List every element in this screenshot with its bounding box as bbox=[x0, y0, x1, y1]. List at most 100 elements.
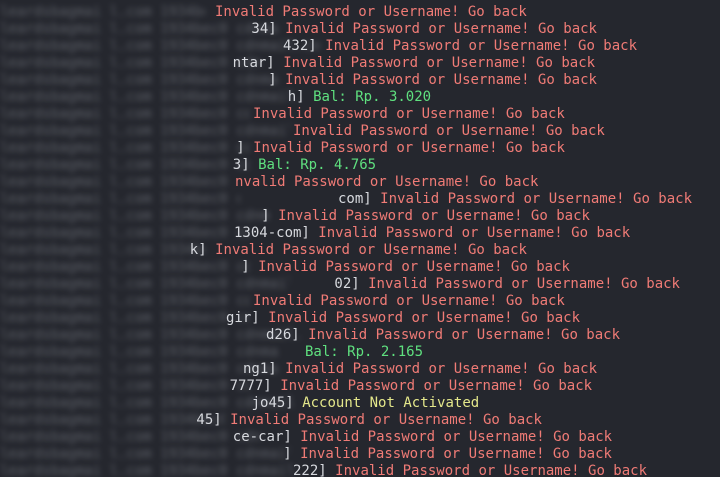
log-line: leardsbagmai l.com 1934bec0 cdnmail.com … bbox=[0, 89, 720, 106]
redacted-credentials: leardsbagmai l.com 1934bec0 cdnmail.com … bbox=[0, 55, 260, 71]
log-line: leardsbagmai l.com 1934bec0 cdnmail.com … bbox=[0, 174, 720, 191]
log-line: leardsbagmai l.com 1934bec0 cdnmail.com … bbox=[0, 463, 720, 477]
status-message: Invalid Password or Username! Go back bbox=[215, 242, 527, 258]
log-line: leardsbagmai l.com 1934bec0 cdnmail.com … bbox=[0, 157, 720, 174]
redacted-credentials: leardsbagmai l.com 1934bec0 cdnmail.com … bbox=[0, 89, 300, 105]
log-line: leardsbagmai l.com 1934bec0 cdnmail.com … bbox=[0, 208, 720, 225]
log-line: leardsbagmai l.com 1934bec0 cdnmail.com … bbox=[0, 140, 720, 157]
redacted-credentials: leardsbagmai l.com 1934bec0 cdnmail.com … bbox=[0, 361, 280, 377]
log-line: leardsbagmai l.com 1934bec0 cdnmail.com … bbox=[0, 259, 720, 276]
log-line: leardsbagmai l.com 1934bec0 cdnmail.com … bbox=[0, 276, 720, 293]
redacted-credentials: leardsbagmai l.com 1934bec0 cdnmail.com … bbox=[0, 378, 250, 394]
status-message: Invalid Password or Username! Go back bbox=[253, 293, 565, 309]
redacted-credentials: leardsbagmai l.com 1934bec0 cdnmail.com … bbox=[0, 327, 300, 343]
status-message: Invalid Password or Username! Go back bbox=[230, 412, 542, 428]
redacted-credentials: leardsbagmai l.com 1934bec0 cdnmail.com … bbox=[0, 4, 205, 20]
log-line: leardsbagmai l.com 1934bec0 cdnmail.com … bbox=[0, 378, 720, 395]
username-fragment: ng1] bbox=[243, 361, 277, 377]
redacted-credentials: leardsbagmai l.com 1934bec0 cdnmail.com … bbox=[0, 208, 270, 224]
redacted-credentials: leardsbagmai l.com 1934bec0 cdnmail.com … bbox=[0, 191, 240, 207]
redacted-credentials: leardsbagmai l.com 1934bec0 cdnmail.com … bbox=[0, 140, 250, 156]
status-message: Invalid Password or Username! Go back bbox=[283, 55, 596, 71]
redacted-credentials: leardsbagmai l.com 1934bec0 cdnmail.com … bbox=[0, 259, 250, 275]
username-fragment: 34] bbox=[251, 21, 277, 37]
username-fragment: 45] bbox=[196, 412, 222, 428]
redacted-credentials: leardsbagmai l.com 1934bec0 cdnmail.com … bbox=[0, 463, 300, 477]
log-line: leardsbagmai l.com 1934bec0 cdnmail.com … bbox=[0, 293, 720, 310]
redacted-credentials: leardsbagmai l.com 1934bec0 cdnmail.com … bbox=[0, 106, 250, 122]
status-message: Bal: Rp. 3.020 bbox=[313, 89, 432, 105]
redacted-credentials: leardsbagmai l.com 1934bec0 cdnmail.com … bbox=[0, 157, 250, 173]
username-fragment: d26] bbox=[266, 327, 300, 343]
username-fragment: ntar] bbox=[232, 55, 275, 71]
status-message: Invalid Password or Username! Go back bbox=[258, 259, 570, 275]
status-message: Bal: Rp. 2.165 bbox=[305, 344, 424, 360]
log-line: leardsbagmai l.com 1934bec0 cdnmail.com … bbox=[0, 242, 720, 259]
status-message: Invalid Password or Username! Go back bbox=[325, 38, 638, 54]
redacted-credentials: leardsbagmai l.com 1934bec0 cdnmail.com … bbox=[0, 21, 280, 37]
status-message: Bal: Rp. 4.765 bbox=[258, 157, 377, 173]
username-fragment: h] bbox=[287, 89, 305, 105]
status-message: nvalid Password or Username! Go back bbox=[235, 174, 539, 190]
username-fragment: ] bbox=[236, 140, 245, 156]
log-line: leardsbagmai l.com 1934bec0 cdnmail.com … bbox=[0, 123, 720, 140]
log-line: leardsbagmai l.com 1934bec0 cdnmail.com … bbox=[0, 412, 720, 429]
redacted-credentials: leardsbagmai l.com 1934bec0 cdnmail.com … bbox=[0, 123, 290, 139]
status-message: Invalid Password or Username! Go back bbox=[278, 208, 590, 224]
redacted-credentials: leardsbagmai l.com 1934bec0 cdnmail.com … bbox=[0, 276, 290, 292]
redacted-credentials: leardsbagmai l.com 1934bec0 cdnmail.com … bbox=[0, 446, 290, 462]
status-message: Invalid Password or Username! Go back bbox=[318, 225, 631, 241]
redacted-credentials: leardsbagmai l.com 1934bec0 cdnmail.com … bbox=[0, 38, 320, 54]
status-message: Invalid Password or Username! Go back bbox=[368, 276, 680, 292]
status-message: Invalid Password or Username! Go back bbox=[380, 191, 693, 207]
username-fragment: gir] bbox=[226, 310, 260, 326]
status-message: Invalid Password or Username! Go back bbox=[285, 361, 598, 377]
username-fragment: 7777] bbox=[229, 378, 272, 394]
username-fragment: 432] bbox=[283, 38, 317, 54]
redacted-credentials: leardsbagmai l.com 1934bec0 cdnmail.com … bbox=[0, 429, 260, 445]
status-message: Invalid Password or Username! Go back bbox=[253, 106, 565, 122]
username-fragment: 1304-com] bbox=[234, 225, 310, 241]
status-message: Invalid Password or Username! Go back bbox=[253, 140, 565, 156]
log-line: leardsbagmai l.com 1934bec0 cdnmail.com … bbox=[0, 38, 720, 55]
username-fragment: ] bbox=[241, 259, 250, 275]
status-message: Invalid Password or Username! Go back bbox=[300, 446, 612, 462]
redacted-credentials: leardsbagmai l.com 1934bec0 cdnmail.com … bbox=[0, 242, 205, 258]
status-message: Invalid Password or Username! Go back bbox=[300, 429, 613, 445]
username-fragment: com] bbox=[338, 191, 372, 207]
redacted-credentials: leardsbagmai l.com 1934bec0 cdnmail.com … bbox=[0, 225, 250, 241]
redacted-credentials: leardsbagmai l.com 1934bec0 cdnmail.com … bbox=[0, 174, 228, 190]
username-fragment: 3] bbox=[232, 157, 250, 173]
log-line: leardsbagmai l.com 1934bec0 cdnmail.com … bbox=[0, 446, 720, 463]
status-message: Account Not Activated bbox=[302, 395, 480, 411]
log-line: leardsbagmai l.com 1934bec0 cdnmail.com … bbox=[0, 106, 720, 123]
username-fragment: 222] bbox=[293, 463, 327, 477]
terminal-output: leardsbagmai l.com 1934bec0 cdnmail.com … bbox=[0, 0, 720, 477]
log-line: leardsbagmai l.com 1934bec0 cdnmail.com … bbox=[0, 4, 720, 21]
log-line: leardsbagmai l.com 1934bec0 cdnmail.com … bbox=[0, 429, 720, 446]
status-message: Invalid Password or Username! Go back bbox=[285, 72, 597, 88]
username-fragment: 02] bbox=[334, 276, 360, 292]
username-fragment: ce-car] bbox=[232, 429, 292, 445]
status-message: Invalid Password or Username! Go back bbox=[285, 21, 597, 37]
status-message: Invalid Password or Username! Go back bbox=[308, 327, 621, 343]
log-line: leardsbagmai l.com 1934bec0 cdnmail.com … bbox=[0, 344, 720, 361]
status-message: Invalid Password or Username! Go back bbox=[280, 378, 593, 394]
redacted-credentials: leardsbagmai l.com 1934bec0 cdnmail.com … bbox=[0, 412, 225, 428]
log-line: leardsbagmai l.com 1934bec0 cdnmail.com … bbox=[0, 327, 720, 344]
log-line: leardsbagmai l.com 1934bec0 cdnmail.com … bbox=[0, 55, 720, 72]
status-message: Invalid Password or Username! Go back bbox=[215, 4, 527, 20]
username-fragment: ] bbox=[268, 72, 277, 88]
redacted-credentials: leardsbagmai l.com 1934bec0 cdnmail.com … bbox=[0, 72, 280, 88]
log-line: leardsbagmai l.com 1934bec0 cdnmail.com … bbox=[0, 21, 720, 38]
status-message: Invalid Password or Username! Go back bbox=[268, 310, 581, 326]
status-message: Invalid Password or Username! Go back bbox=[335, 463, 648, 477]
username-fragment: ] bbox=[261, 208, 270, 224]
log-line: leardsbagmai l.com 1934bec0 cdnmail.com … bbox=[0, 395, 720, 412]
redacted-credentials: leardsbagmai l.com 1934bec0 cdnmail.com … bbox=[0, 344, 280, 360]
log-line: leardsbagmai l.com 1934bec0 cdnmail.com … bbox=[0, 191, 720, 208]
redacted-credentials: leardsbagmai l.com 1934bec0 cdnmail.com … bbox=[0, 310, 250, 326]
username-fragment: k] bbox=[189, 242, 207, 258]
redacted-credentials: leardsbagmai l.com 1934bec0 cdnmail.com … bbox=[0, 293, 250, 309]
status-message: Invalid Password or Username! Go back bbox=[293, 123, 605, 139]
